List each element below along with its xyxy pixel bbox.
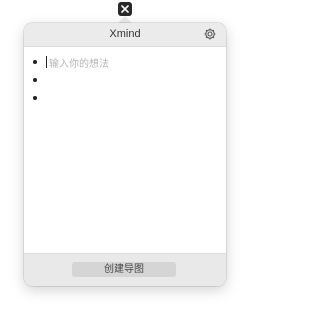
quick-entry-popover: Xmind 输入你的想法 创建导图 — [24, 23, 226, 286]
idea-input-placeholder: 输入你的想法 — [49, 58, 109, 70]
list-item[interactable]: 输入你的想法 — [33, 54, 109, 70]
app-title: Xmind — [109, 28, 141, 40]
list-item[interactable] — [33, 90, 46, 106]
popover-arrow — [118, 16, 132, 23]
bullet-icon — [33, 60, 37, 64]
xmind-logo-icon — [121, 5, 129, 13]
list-item[interactable] — [33, 72, 46, 88]
idea-editor[interactable]: 输入你的想法 — [24, 47, 226, 253]
xmind-menubar-icon[interactable] — [118, 2, 132, 16]
text-caret — [46, 56, 47, 68]
bullet-icon — [33, 78, 37, 82]
gear-icon[interactable] — [203, 27, 217, 41]
bullet-icon — [33, 96, 37, 100]
create-map-button[interactable]: 创建导图 — [72, 262, 176, 277]
popover-footer: 创建导图 — [24, 253, 226, 286]
popover-header: Xmind — [24, 23, 226, 47]
